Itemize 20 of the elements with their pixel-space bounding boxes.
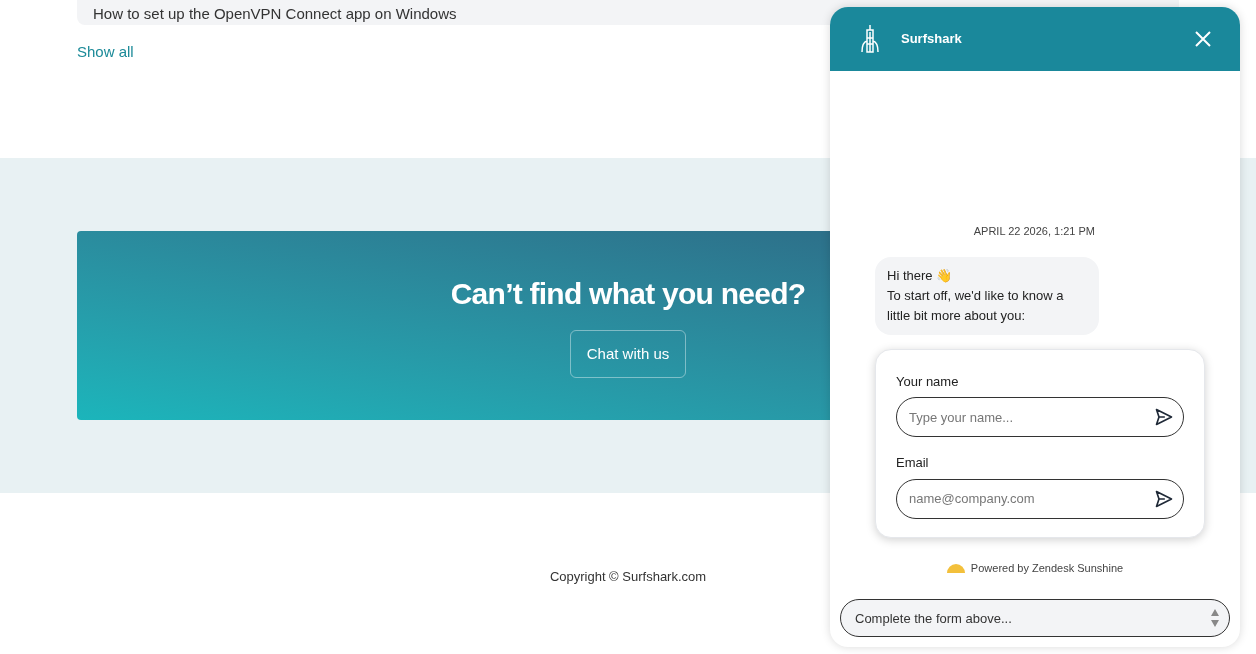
- close-button[interactable]: [1194, 30, 1212, 48]
- input-field[interactable]: Type your name...: [896, 397, 1184, 437]
- tower-icon: [858, 24, 882, 54]
- powered-by-text: Powered by Zendesk Sunshine: [970, 560, 1124, 576]
- message-text: Hi there 👋: [887, 266, 954, 285]
- copyright-text: Copyright © Surfshark.com: [549, 568, 707, 586]
- banner-heading: Can’t find what you need?: [450, 276, 806, 312]
- message-text: To start off, we'd like to know a little bit more about you:: [887, 286, 1065, 325]
- sun-icon: [946, 562, 965, 573]
- chat-title: Surfshark: [901, 30, 962, 49]
- field-label: Email: [896, 454, 930, 472]
- send-icon[interactable]: [1154, 488, 1174, 509]
- chat-timestamp: APRIL 22 2026, 1:21 PM: [973, 224, 1095, 239]
- message-input[interactable]: Complete the form above...: [840, 599, 1230, 637]
- field-label: Your name: [896, 372, 960, 391]
- stepper-icon: [1210, 607, 1220, 629]
- send-icon[interactable]: [1154, 407, 1174, 427]
- chat-with-us-button[interactable]: Chat with us: [569, 330, 687, 378]
- input-field[interactable]: name@company.com: [896, 478, 1184, 519]
- show-all-link[interactable]: Show all: [77, 43, 134, 60]
